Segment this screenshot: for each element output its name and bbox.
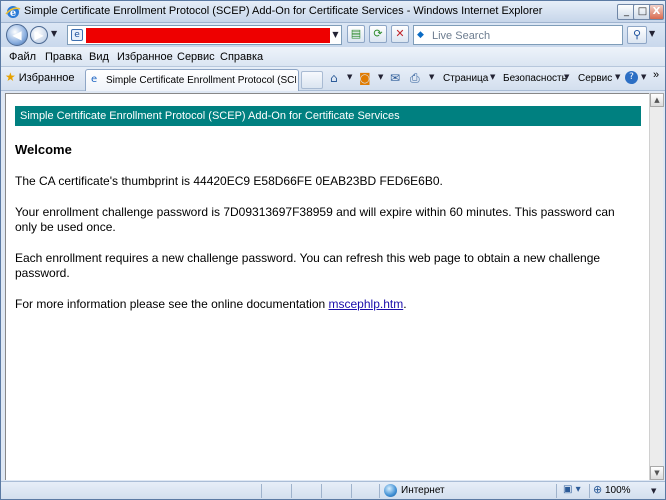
tab-label: Simple Certificate Enrollment Protocol (…: [106, 75, 296, 86]
forward-button[interactable]: ▶: [30, 26, 48, 44]
page-dropdown-icon[interactable]: ▼: [490, 73, 495, 81]
protected-mode-icon[interactable]: ▣ ▾: [563, 484, 581, 495]
safety-menu-button[interactable]: Безопасность: [503, 73, 567, 84]
compat-icon: ▤: [350, 27, 362, 40]
status-divider: [351, 484, 352, 498]
info-end: .: [403, 297, 407, 311]
status-bar: Интернет ▣ ▾ ⊕ 100% ▼: [1, 481, 665, 499]
arrow-right-icon: ▶: [34, 28, 44, 42]
documentation-link[interactable]: mscephlp.htm: [329, 297, 404, 311]
page-menu-button[interactable]: Страница: [443, 73, 488, 84]
safety-dropdown-icon[interactable]: ▼: [564, 73, 569, 81]
search-options-dropdown-icon[interactable]: ▼: [649, 29, 655, 38]
command-bar: ★ Избранное e Simple Certificate Enrollme…: [1, 67, 665, 91]
favorites-label: Избранное: [18, 72, 75, 84]
refresh-paragraph: Each enrollment requires a new challenge…: [15, 251, 601, 280]
window-title: Simple Certificate Enrollment Protocol (…: [24, 5, 543, 17]
print-dropdown-icon[interactable]: ▼: [429, 73, 434, 81]
help-icon[interactable]: ?: [625, 71, 638, 84]
menu-view[interactable]: Вид: [89, 51, 109, 63]
ie-page-icon: e: [91, 74, 98, 85]
info-paragraph: For more information please see the onli…: [15, 297, 625, 312]
zoom-icon: ⊕: [593, 483, 603, 496]
scroll-up-icon[interactable]: ▲: [650, 93, 664, 107]
tab-scep[interactable]: e Simple Certificate Enrollment Protocol…: [85, 69, 299, 91]
menu-bar: Файл Правка Вид Избранное Сервис Справка: [1, 47, 665, 67]
search-icon: ⚲: [632, 28, 642, 41]
stop-icon: ✕: [395, 27, 405, 40]
live-search-icon: ◆: [417, 30, 424, 40]
page-icon: e: [71, 29, 83, 41]
close-button[interactable]: X: [649, 4, 664, 20]
back-button[interactable]: ◀: [6, 24, 28, 46]
address-toolbar: ◀ ▶ ▼ e ▼ ▤ ⟳ ✕ ◆ Live Search ⚲ ▼: [1, 23, 665, 47]
vertical-scrollbar[interactable]: ▲ ▼: [649, 93, 664, 480]
search-placeholder: Live Search: [432, 30, 491, 42]
menu-tools[interactable]: Сервис: [177, 51, 215, 63]
search-button[interactable]: ⚲: [627, 26, 647, 44]
info-text: For more information please see the onli…: [15, 297, 329, 311]
compatibility-view-button[interactable]: ▤: [347, 25, 365, 43]
password-paragraph: Your enrollment challenge password is 7D…: [15, 205, 615, 234]
status-divider: [291, 484, 292, 498]
browser-window: e Simple Certificate Enrollment Protocol…: [0, 0, 666, 500]
scroll-down-icon[interactable]: ▼: [650, 466, 664, 480]
rss-icon[interactable]: ◙: [359, 71, 371, 85]
title-bar: e Simple Certificate Enrollment Protocol…: [1, 1, 665, 23]
mail-icon[interactable]: ✉: [390, 71, 400, 85]
status-divider: [321, 484, 322, 498]
redacted-url: [86, 28, 330, 43]
page-heading: Welcome: [15, 142, 72, 157]
status-divider: [261, 484, 262, 498]
home-icon[interactable]: ⌂: [330, 71, 338, 85]
status-divider: [589, 484, 590, 498]
status-divider: [379, 484, 380, 498]
star-icon: ★: [5, 70, 16, 84]
new-tab-button[interactable]: [301, 71, 323, 89]
thumbprint-paragraph: The CA certificate's thumbprint is 44420…: [15, 174, 443, 188]
refresh-icon: ⟳: [373, 27, 383, 40]
history-dropdown-icon[interactable]: ▼: [51, 29, 61, 41]
ie-logo-icon: e: [5, 4, 21, 20]
favorites-center-button[interactable]: ★ Избранное: [5, 70, 75, 88]
menu-edit[interactable]: Правка: [45, 51, 82, 63]
tools-menu-button[interactable]: Сервис: [578, 73, 612, 84]
page-content: Simple Certificate Enrollment Protocol (…: [5, 93, 649, 480]
arrow-left-icon: ◀: [12, 28, 22, 42]
address-bar[interactable]: e ▼: [67, 25, 342, 45]
status-divider: [556, 484, 557, 498]
stop-button[interactable]: ✕: [391, 25, 409, 43]
internet-zone-icon: [384, 484, 397, 497]
zoom-dropdown-icon[interactable]: ▼: [651, 487, 656, 495]
menu-favorites[interactable]: Избранное: [117, 51, 173, 63]
toolbar-overflow-chevron[interactable]: »: [653, 69, 659, 81]
rss-dropdown-icon[interactable]: ▼: [378, 73, 383, 81]
menu-file[interactable]: Файл: [9, 51, 36, 63]
menu-help[interactable]: Справка: [220, 51, 263, 63]
help-dropdown-icon[interactable]: ▼: [641, 73, 646, 81]
printer-icon[interactable]: ⎙: [410, 71, 420, 85]
zoom-level[interactable]: 100%: [605, 485, 631, 496]
refresh-button[interactable]: ⟳: [369, 25, 387, 43]
home-dropdown-icon[interactable]: ▼: [347, 73, 352, 81]
page-banner: Simple Certificate Enrollment Protocol (…: [15, 106, 641, 126]
tools-dropdown-icon[interactable]: ▼: [615, 73, 620, 81]
security-zone-label[interactable]: Интернет: [401, 485, 445, 496]
search-input[interactable]: ◆ Live Search: [413, 25, 623, 45]
address-dropdown-icon[interactable]: ▼: [330, 27, 341, 43]
